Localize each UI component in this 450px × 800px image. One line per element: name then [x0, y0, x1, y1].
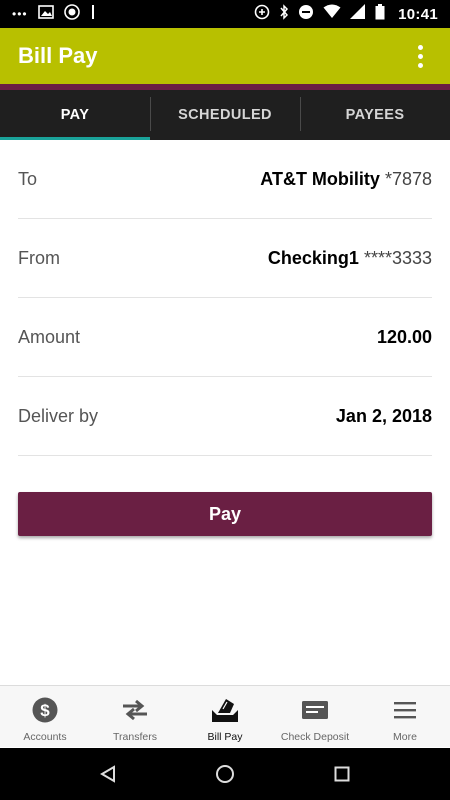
recents-button[interactable] [312, 754, 372, 794]
to-value: AT&T Mobility *7878 [260, 169, 432, 190]
dollar-circle-icon: $ [32, 696, 58, 724]
to-row[interactable]: To AT&T Mobility *7878 [18, 140, 432, 219]
menu-icon [393, 696, 417, 724]
status-bar: ••• 10:41 [0, 0, 450, 28]
nav-item-bill-pay[interactable]: Bill Pay [180, 686, 270, 747]
amount-label: Amount [18, 326, 81, 347]
deliver-by-label: Deliver by [18, 405, 99, 426]
app-bar: Bill Pay [0, 28, 450, 84]
deliver-by-value: Jan 2, 2018 [335, 405, 432, 426]
nav-label-transfers: Transfers [113, 731, 157, 743]
amount-value: 120.00 [376, 326, 432, 347]
payee-account-suffix: *7878 [384, 168, 432, 189]
image-notification-icon [37, 4, 54, 24]
wifi-icon [323, 4, 341, 24]
status-time: 10:41 [398, 5, 438, 23]
bill-pay-form: To AT&T Mobility *7878 From Checking1 ****… [18, 140, 432, 456]
system-nav-bar [0, 748, 450, 800]
pay-button[interactable]: Pay [18, 492, 432, 536]
home-circle-icon [215, 765, 234, 783]
do-not-disturb-icon [298, 4, 314, 25]
page-title: Bill Pay [18, 43, 98, 68]
check-deposit-icon [301, 696, 329, 724]
tab-pay[interactable]: PAY [0, 90, 150, 140]
nav-item-accounts[interactable]: $ Accounts [0, 686, 90, 747]
back-triangle-icon [100, 765, 116, 783]
app-notification-icon [63, 3, 80, 25]
bill-pay-icon [211, 696, 239, 724]
home-button[interactable] [195, 754, 255, 794]
notification-flag-icon [90, 4, 96, 24]
nav-item-more[interactable]: More [360, 686, 450, 747]
to-label: To [18, 168, 38, 189]
transfer-arrows-icon [121, 696, 149, 724]
nav-item-check-deposit[interactable]: Check Deposit [270, 686, 360, 747]
from-value: Checking1 ****3333 [268, 248, 432, 269]
account-number-suffix: ****3333 [363, 247, 432, 268]
notification-dots: ••• [12, 7, 28, 21]
battery-icon [375, 3, 385, 25]
bluetooth-icon [279, 3, 289, 25]
recents-square-icon [334, 766, 350, 782]
from-row[interactable]: From Checking1 ****3333 [18, 219, 432, 298]
nav-label-check-deposit: Check Deposit [280, 731, 350, 743]
back-button[interactable] [78, 754, 138, 794]
amount-row[interactable]: Amount 120.00 [18, 298, 432, 377]
overflow-menu-icon[interactable] [408, 41, 432, 71]
data-saver-icon [254, 4, 270, 25]
account-name: Checking1 [267, 247, 359, 268]
from-label: From [18, 247, 60, 268]
nav-label-accounts: Accounts [23, 731, 67, 743]
svg-text:$: $ [40, 701, 50, 720]
status-right: 10:41 [254, 3, 438, 25]
tab-scheduled[interactable]: SCHEDULED [150, 90, 300, 140]
nav-item-transfers[interactable]: Transfers [90, 686, 180, 747]
signal-icon [350, 4, 366, 24]
tab-bar: PAY SCHEDULED PAYEES [0, 90, 450, 140]
nav-label-bill-pay: Bill Pay [207, 731, 243, 743]
tab-payees[interactable]: PAYEES [300, 90, 450, 140]
status-left: ••• [12, 3, 254, 25]
bottom-nav: $ Accounts Transfers Bill Pay Check Depo… [0, 685, 450, 747]
nav-label-more: More [393, 731, 417, 743]
payee-name: AT&T Mobility [260, 168, 380, 189]
deliver-by-row[interactable]: Deliver by Jan 2, 2018 [18, 377, 432, 456]
